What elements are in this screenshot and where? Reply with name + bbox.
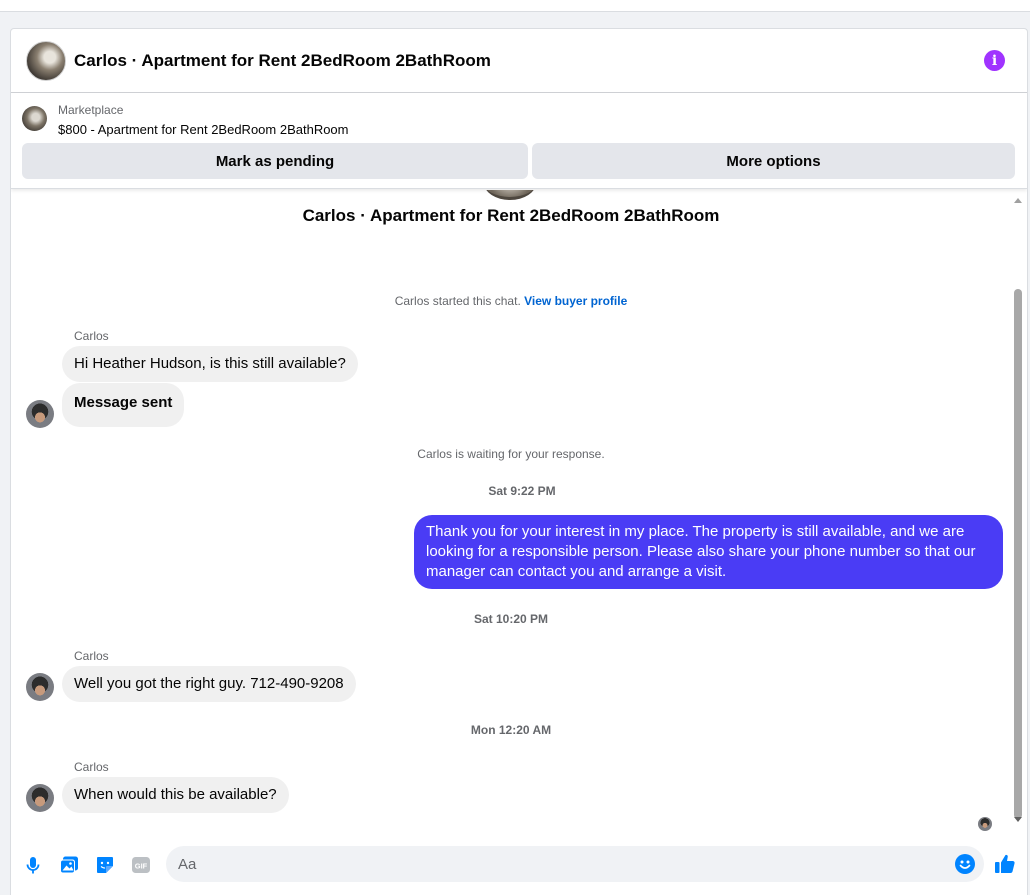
sender-avatar[interactable] [26,784,54,812]
microphone-icon[interactable] [23,855,43,875]
conversation-avatar[interactable] [26,41,66,81]
sender-name: Carlos [74,329,109,343]
emoji-icon[interactable] [955,854,975,874]
incoming-message[interactable]: Well you got the right guy. 712-490-9208 [62,666,356,702]
timestamp: Sat 10:20 PM [473,612,549,626]
conversation-title[interactable]: Carlos · Apartment for Rent 2BedRoom 2Ba… [74,51,491,71]
incoming-message[interactable]: When would this be available? [62,777,289,813]
mark-as-pending-button[interactable]: Mark as pending [22,143,528,179]
message-composer: GIF [11,832,1027,895]
message-thread[interactable]: Carlos · Apartment for Rent 2BedRoom 2Ba… [11,190,1027,832]
marketplace-listing-panel: Marketplace $800 - Apartment for Rent 2B… [11,93,1027,189]
scrollbar-thumb[interactable] [1014,289,1022,819]
sticker-icon[interactable] [95,855,115,875]
outgoing-message[interactable]: Thank you for your interest in my place.… [414,515,1003,589]
sender-avatar[interactable] [26,673,54,701]
gif-icon[interactable]: GIF [131,855,151,875]
top-strip [0,0,1030,12]
thumbs-up-icon[interactable] [993,852,1017,876]
svg-text:GIF: GIF [135,862,148,871]
thread-header-avatar [484,190,536,200]
listing-thumbnail[interactable] [22,106,47,131]
waiting-notice: Carlos is waiting for your response. [417,447,605,461]
scroll-down-arrow-icon[interactable] [1014,817,1022,822]
sender-avatar[interactable] [26,400,54,428]
sender-name: Carlos [74,760,109,774]
chat-header: Carlos · Apartment for Rent 2BedRoom 2Ba… [11,29,1027,93]
listing-price-title[interactable]: $800 - Apartment for Rent 2BedRoom 2Bath… [58,122,349,137]
timestamp: Mon 12:20 AM [470,723,552,737]
thread-title: Carlos · Apartment for Rent 2BedRoom 2Ba… [302,206,720,225]
timestamp: Sat 9:22 PM [488,484,556,498]
message-input[interactable] [166,846,984,882]
info-icon[interactable]: i [984,50,1005,71]
photo-icon[interactable] [59,855,79,875]
chat-started-text: Carlos started this chat. [394,294,521,308]
scrollbar[interactable] [1013,194,1023,830]
incoming-message[interactable]: Hi Heather Hudson, is this still availab… [62,346,358,382]
more-options-button[interactable]: More options [532,143,1015,179]
seen-by-avatar [978,817,992,831]
scroll-up-arrow-icon[interactable] [1014,198,1022,203]
listing-source-label: Marketplace [58,103,124,117]
emoji-face-glyph [959,860,971,869]
chat-started-notice: Carlos started this chat. View buyer pro… [11,294,1011,308]
sender-name: Carlos [74,649,109,663]
chat-window: Carlos · Apartment for Rent 2BedRoom 2Ba… [10,28,1028,895]
incoming-message[interactable]: Message sent [62,383,185,427]
view-buyer-profile-link[interactable]: View buyer profile [524,294,627,308]
